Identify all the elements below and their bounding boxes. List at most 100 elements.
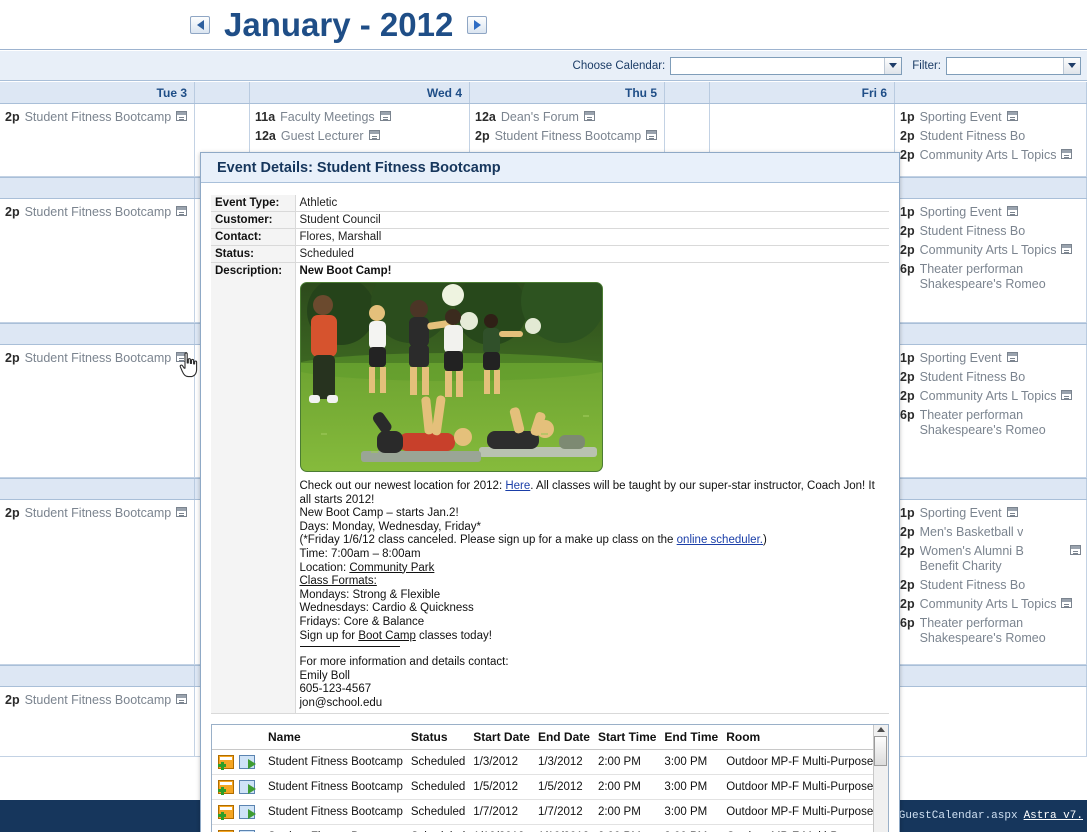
event-time: 1p	[900, 351, 915, 365]
day-cell[interactable]: 2p Student Fitness Bootcamp	[0, 687, 195, 756]
calendar-event[interactable]: 2p Student Fitness Bo	[895, 368, 1086, 387]
column-header-end-date[interactable]: End Date	[533, 724, 594, 750]
export-event-icon[interactable]	[239, 804, 256, 819]
calendar-event[interactable]: 2p Student Fitness Bootcamp	[0, 203, 194, 222]
day-cell[interactable]: 1p Sporting Event 2p Men's Basketball v …	[895, 500, 1087, 664]
column-header-name[interactable]: Name	[264, 724, 407, 750]
calendar-event[interactable]: 12a Dean's Forum	[470, 108, 664, 127]
calendar-event[interactable]: 2p Student Fitness Bootcamp	[0, 504, 194, 523]
day-cell[interactable]: 1p Sporting Event 2p Student Fitness Bo …	[895, 345, 1087, 477]
desc-line-2: New Boot Camp – starts Jan.2!	[299, 507, 459, 520]
calendar-event[interactable]: 6p Theater performan Shakespeare's Romeo	[895, 406, 1086, 440]
event-detail-icon[interactable]	[1061, 598, 1073, 608]
day-cell[interactable]: 2p Student Fitness Bootcamp	[0, 500, 195, 664]
event-detail-icon[interactable]	[1061, 244, 1073, 254]
event-detail-icon[interactable]	[646, 130, 658, 140]
desc-line-friday: Fridays: Core & Balance	[299, 615, 425, 628]
calendar-event[interactable]: 2p Student Fitness Bootcamp	[0, 108, 194, 127]
day-cell[interactable]	[895, 687, 1087, 756]
column-header-room[interactable]: Room	[722, 724, 873, 750]
day-cell[interactable]: 2p Student Fitness Bootcamp	[0, 199, 195, 322]
table-row[interactable]: Student Fitness Bootcamp Scheduled 1/5/2…	[212, 774, 873, 800]
boot-camp-link[interactable]: Boot Camp	[358, 630, 416, 642]
occurrences-scrollbar[interactable]	[872, 724, 888, 832]
calendar-event[interactable]: 1p Sporting Event	[895, 203, 1086, 222]
export-event-icon[interactable]	[239, 754, 256, 769]
day-cell[interactable]: 1p Sporting Event 2p Student Fitness Bo …	[895, 199, 1087, 322]
calendar-event[interactable]: 6p Theater performan Shakespeare's Romeo	[895, 260, 1086, 294]
chevron-down-icon[interactable]	[1063, 57, 1080, 74]
event-detail-icon[interactable]	[1070, 545, 1081, 555]
event-time: 11a	[255, 110, 276, 124]
filter-label: Filter:	[912, 59, 941, 72]
filter-select[interactable]	[946, 56, 1081, 75]
calendar-event[interactable]: 2p Student Fitness Bo	[895, 576, 1086, 595]
export-event-icon[interactable]	[239, 779, 256, 794]
choose-calendar-select[interactable]	[670, 56, 903, 75]
divider	[299, 646, 400, 648]
calendar-event[interactable]: 2p Community Arts L Topics	[895, 146, 1086, 165]
here-link[interactable]: Here	[505, 480, 530, 492]
next-month-button[interactable]	[467, 15, 488, 34]
calendar-event[interactable]: 12a Guest Lecturer	[250, 127, 469, 146]
column-header-status[interactable]: Status	[406, 724, 470, 750]
event-detail-icon[interactable]	[1006, 111, 1018, 121]
calendar-event[interactable]: 1p Sporting Event	[895, 349, 1086, 368]
calendar-event[interactable]: 2p Community Arts L Topics	[895, 387, 1086, 406]
calendar-event[interactable]: 2p Student Fitness Bo	[895, 127, 1086, 146]
event-name: Theater performan Shakespeare's Romeo	[919, 408, 1046, 437]
event-detail-icon[interactable]	[1006, 352, 1018, 362]
online-scheduler-link[interactable]: online scheduler.	[677, 534, 763, 546]
add-to-calendar-icon[interactable]	[218, 779, 234, 795]
calendar-event[interactable]: 2p Student Fitness Bo	[895, 222, 1086, 241]
event-detail-icon[interactable]	[1061, 390, 1073, 400]
table-row[interactable]: Student Fitness Bootcamp Scheduled 1/10/…	[212, 824, 873, 832]
astra-version-link[interactable]: Astra v7.	[1024, 810, 1083, 822]
day-cell[interactable]: 2p Student Fitness Bootcamp	[0, 104, 195, 176]
cell-start-time: 2:00 PM	[593, 824, 661, 832]
event-time: 2p	[5, 351, 20, 365]
calendar-event[interactable]: 2p Community Arts L Topics	[895, 595, 1086, 614]
add-to-calendar-icon[interactable]	[218, 804, 234, 820]
day-header-thu: Thu 5	[470, 82, 665, 103]
event-detail-icon[interactable]	[176, 694, 188, 704]
event-detail-icon[interactable]	[368, 130, 380, 140]
calendar-event[interactable]: 2p Student Fitness Bootcamp	[0, 349, 194, 368]
calendar-event[interactable]: 2p Student Fitness Bootcamp	[470, 127, 664, 146]
add-to-calendar-icon[interactable]	[218, 754, 234, 770]
event-detail-icon[interactable]	[176, 352, 188, 362]
detail-row-contact: Contact: Flores, Marshall	[211, 228, 889, 246]
week-header-cell	[0, 324, 195, 344]
table-row[interactable]: Student Fitness Bootcamp Scheduled 1/7/2…	[212, 799, 873, 825]
event-detail-icon[interactable]	[583, 111, 595, 121]
calendar-event[interactable]: 2p Community Arts L Topics	[895, 241, 1086, 260]
week-header-cell	[895, 479, 1087, 499]
calendar-event[interactable]: 2p Women's Alumni B Benefit Charity	[895, 542, 1086, 576]
scrollbar-thumb[interactable]	[874, 735, 888, 766]
event-detail-icon[interactable]	[176, 111, 188, 121]
community-park-link[interactable]: Community Park	[349, 562, 434, 574]
calendar-event[interactable]: 11a Faculty Meetings	[250, 108, 469, 127]
calendar-event[interactable]: 2p Men's Basketball v	[895, 523, 1086, 542]
day-cell[interactable]: 2p Student Fitness Bootcamp	[0, 345, 195, 477]
column-header-end-time[interactable]: End Time	[660, 724, 723, 750]
event-detail-icon[interactable]	[1006, 507, 1018, 517]
day-cell[interactable]: 1p Sporting Event 2p Student Fitness Bo …	[895, 104, 1087, 176]
event-name: Community Arts L Topics	[919, 597, 1057, 611]
table-row[interactable]: Student Fitness Bootcamp Scheduled 1/3/2…	[212, 749, 873, 775]
calendar-event[interactable]: 1p Sporting Event	[895, 504, 1086, 523]
event-detail-icon[interactable]	[1006, 206, 1018, 216]
event-detail-icon[interactable]	[1061, 149, 1073, 159]
scroll-up-icon[interactable]	[876, 726, 885, 732]
event-detail-icon[interactable]	[379, 111, 391, 121]
chevron-down-icon[interactable]	[884, 57, 902, 74]
calendar-event[interactable]: 2p Student Fitness Bootcamp	[0, 691, 194, 710]
calendar-event[interactable]: 1p Sporting Event	[895, 108, 1086, 127]
week-header-cell	[0, 178, 195, 198]
column-header-start-time[interactable]: Start Time	[593, 724, 661, 750]
event-detail-icon[interactable]	[176, 507, 188, 517]
event-detail-icon[interactable]	[176, 206, 188, 216]
previous-month-button[interactable]	[190, 15, 210, 34]
calendar-event[interactable]: 6p Theater performan Shakespeare's Romeo	[895, 614, 1086, 648]
column-header-start-date[interactable]: Start Date	[469, 724, 534, 750]
